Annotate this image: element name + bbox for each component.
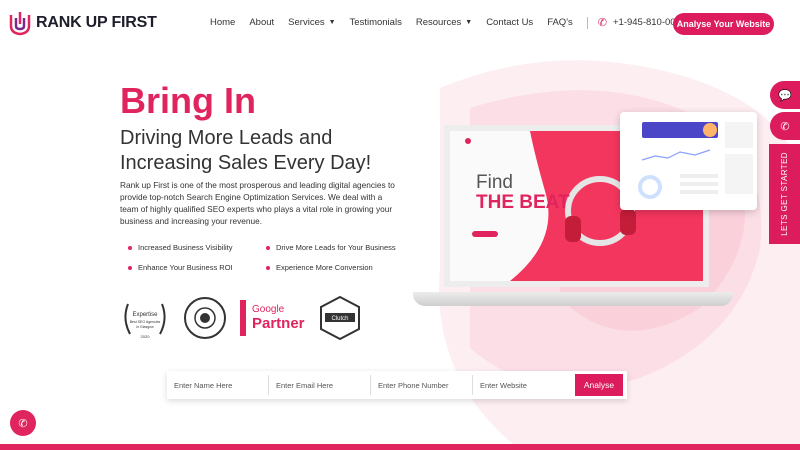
- floating-phone-button[interactable]: ✆: [10, 410, 36, 436]
- name-input[interactable]: [167, 375, 269, 395]
- nav-contact-label: Contact Us: [486, 17, 534, 28]
- laptop-base: [413, 292, 733, 306]
- analyse-submit-button[interactable]: Analyse: [575, 374, 623, 396]
- feature-label: Drive More Leads for Your Business: [276, 243, 396, 252]
- feature-item: Experience More Conversion: [266, 263, 373, 272]
- nav-home-label: Home: [210, 17, 236, 28]
- nav-about[interactable]: About: [249, 17, 274, 28]
- expertise-label: Expertise: [132, 312, 158, 318]
- nav-resources[interactable]: Resources ▼: [416, 17, 472, 28]
- dashboard-card: [620, 112, 757, 210]
- feature-label: Increased Business Visibility: [138, 243, 233, 252]
- nav-resources-label: Resources: [415, 17, 462, 28]
- call-button[interactable]: ✆: [770, 112, 800, 140]
- main-nav: Home About Services ▼ Testimonials Resour…: [210, 16, 686, 29]
- nav-testimonials[interactable]: Testimonials: [350, 17, 402, 28]
- dog-seal-icon: [194, 307, 216, 329]
- clutch-badge: Clutch: [319, 295, 360, 341]
- analyse-form: Analyse: [167, 371, 627, 399]
- lets-get-started-label: LETS GET STARTED: [780, 152, 789, 236]
- bottom-strip: [0, 444, 800, 450]
- award-badges: Expertise Best SEO Agencies in Glasgow 2…: [120, 294, 361, 342]
- phone-icon: ✆: [18, 417, 28, 430]
- nav-faqs-label: FAQ's: [547, 17, 573, 28]
- brand-name: RANK UP FIRST: [36, 14, 157, 31]
- google-label: Google: [252, 304, 285, 315]
- lets-get-started-tab[interactable]: LETS GET STARTED: [769, 144, 800, 244]
- website-input[interactable]: [473, 375, 575, 395]
- chat-button[interactable]: 💬: [770, 81, 800, 109]
- seal-badge: [184, 297, 226, 339]
- chat-icon: 💬: [778, 89, 792, 102]
- bullet-icon: [128, 265, 132, 270]
- caret-down-icon: ▼: [465, 19, 473, 26]
- hero-title: Bring In: [120, 80, 256, 121]
- caret-down-icon: ▼: [328, 19, 336, 26]
- google-partner-badge: Google Partner: [240, 300, 305, 336]
- call-icon: ✆: [780, 120, 790, 133]
- rank-up-first-logo-icon: [9, 12, 31, 36]
- feature-label: Enhance Your Business ROI: [138, 263, 233, 272]
- nav-testimonials-label: Testimonials: [349, 17, 402, 28]
- nav-divider: [586, 16, 588, 29]
- logo[interactable]: RANK UP FIRST: [8, 10, 157, 36]
- nav-contact[interactable]: Contact Us: [486, 17, 533, 28]
- expertise-line3: in Glasgow: [136, 325, 154, 329]
- dashboard-artwork: [638, 122, 753, 199]
- nav-services[interactable]: Services ▼: [288, 17, 335, 28]
- hero-subtitle: Driving More Leads and Increasing Sales …: [120, 127, 372, 174]
- email-input[interactable]: [269, 375, 371, 395]
- nav-home[interactable]: Home: [210, 17, 235, 28]
- partner-label: Partner: [252, 315, 305, 332]
- feature-label: Experience More Conversion: [276, 263, 373, 272]
- nav-faqs[interactable]: FAQ's: [547, 17, 573, 28]
- badge-bar: [240, 300, 246, 336]
- hero-description: Rank up First is one of the most prosper…: [120, 180, 395, 226]
- feature-item: Drive More Leads for Your Business: [266, 243, 396, 252]
- bullet-icon: [128, 245, 132, 250]
- analyse-website-button[interactable]: Analyse Your Website: [673, 13, 774, 35]
- phone-input[interactable]: [371, 375, 473, 395]
- expertise-badge: Expertise Best SEO Agencies in Glasgow 2…: [124, 303, 166, 339]
- clutch-label: Clutch: [331, 316, 348, 322]
- nav-about-label: About: [249, 17, 275, 28]
- nav-services-label: Services: [288, 17, 325, 28]
- bullet-icon: [266, 265, 270, 270]
- mockup-find-text: Find: [476, 172, 513, 193]
- bullet-icon: [266, 245, 270, 250]
- mockup-beat-text: THE BEAT: [476, 192, 570, 213]
- feature-item: Increased Business Visibility: [128, 243, 233, 252]
- expertise-line2: Best SEO Agencies: [130, 320, 161, 324]
- site-header: RANK UP FIRST Home About Services ▼ Testi…: [0, 0, 800, 48]
- expertise-year: 2020: [141, 334, 151, 339]
- feature-item: Enhance Your Business ROI: [128, 263, 233, 272]
- phone-icon: ✆: [597, 17, 607, 29]
